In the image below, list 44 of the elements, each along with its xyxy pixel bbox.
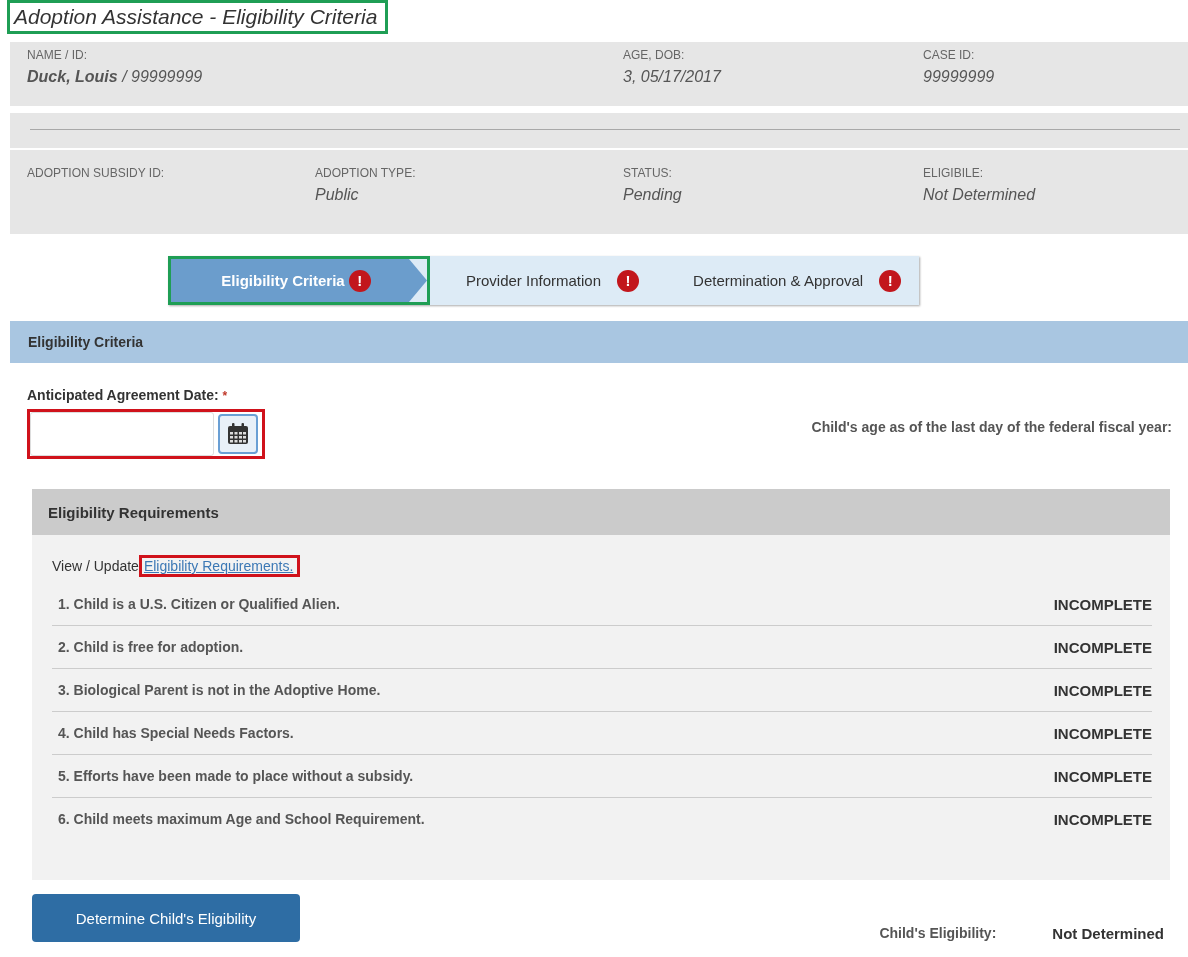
alert-icon: ! xyxy=(348,269,371,292)
requirements-link[interactable]: Eligibility Requirements. xyxy=(143,558,294,574)
field-label: NAME / ID: xyxy=(27,48,88,62)
field-label: ELIGIBILE: xyxy=(923,166,985,180)
field-label: Anticipated Agreement Date: * xyxy=(27,387,229,403)
requirement-text: 5. Efforts have been made to place without a subsidy. xyxy=(58,768,414,784)
field-label: STATUS: xyxy=(623,166,673,180)
field-value: Duck, Louis / 99999999 xyxy=(27,68,204,86)
field-value: Not Determined xyxy=(923,186,1037,204)
calendar-button[interactable] xyxy=(218,414,258,454)
field-label: AGE, DOB: xyxy=(623,48,686,62)
field-value: Public xyxy=(315,186,360,204)
determine-button[interactable]: Determine Child's Eligibility xyxy=(32,894,300,942)
requirement-status: INCOMPLETE xyxy=(1053,767,1152,785)
requirement-text: 4. Child has Special Needs Factors. xyxy=(58,725,294,741)
eligibility-label: Child's Eligibility: xyxy=(879,925,997,942)
requirement-text: 6. Child meets maximum Age and School Requirement. xyxy=(58,811,425,827)
step-tab[interactable]: Eligibility Criteria ! xyxy=(171,259,427,302)
requirement-text: 2. Child is free for adoption. xyxy=(58,639,244,655)
calendar-icon xyxy=(226,422,250,446)
date-field[interactable] xyxy=(30,412,214,456)
field-label: CASE ID: xyxy=(923,48,976,62)
eligibility-value: Not Determined xyxy=(1052,925,1164,942)
field-label: ADOPTION TYPE: xyxy=(315,166,417,180)
field-value: 3, 05/17/2017 xyxy=(623,68,723,86)
requirement-status: INCOMPLETE xyxy=(1053,681,1152,699)
requirement-status: INCOMPLETE xyxy=(1053,638,1152,656)
page-title: Adoption Assistance - Eligibility Criteria xyxy=(14,5,378,28)
link-prefix: View / Update xyxy=(52,558,139,574)
field-value: 99999999 xyxy=(923,68,996,86)
alert-icon: ! xyxy=(879,269,902,292)
age-note: Child's age as of the last day of the federal fiscal year: xyxy=(811,419,1172,435)
requirement-status: INCOMPLETE xyxy=(1053,595,1152,613)
requirement-text: 3. Biological Parent is not in the Adoptive Home. xyxy=(58,682,381,698)
step-tab[interactable]: Provider Information ! xyxy=(430,256,658,305)
requirement-status: INCOMPLETE xyxy=(1053,724,1152,742)
panel-title: Eligibility Requirements xyxy=(48,503,219,521)
alert-icon: ! xyxy=(617,269,640,292)
field-value: Pending xyxy=(623,186,683,204)
section-title: Eligibility Criteria xyxy=(28,334,144,350)
step-tab[interactable]: Determination & Approval ! xyxy=(657,256,920,305)
requirement-text: 1. Child is a U.S. Citizen or Qualified Alien. xyxy=(58,596,340,612)
field-label: ADOPTION SUBSIDY ID: xyxy=(27,166,166,180)
requirement-status: INCOMPLETE xyxy=(1053,810,1152,828)
